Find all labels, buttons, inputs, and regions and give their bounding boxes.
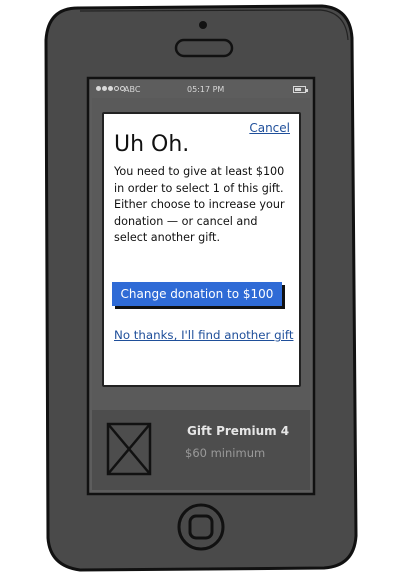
dialog-title: Uh Oh. [114, 132, 190, 157]
signal-icon [96, 86, 125, 91]
gift-image-placeholder-icon [106, 422, 152, 476]
change-donation-button[interactable]: Change donation to $100 [112, 282, 282, 306]
find-another-gift-link[interactable]: No thanks, I'll find another gift [114, 328, 293, 342]
status-bar: ABC 05:17 PM [92, 85, 310, 97]
battery-icon [293, 86, 308, 93]
home-button[interactable] [177, 503, 225, 551]
carrier-label: ABC [124, 85, 141, 94]
dialog-message: You need to give at least $100 in order … [114, 165, 285, 244]
camera-icon [199, 21, 207, 29]
minimum-donation-dialog: Cancel Uh Oh. You need to give at least … [102, 112, 301, 387]
gift-list-item[interactable]: Gift Premium 4 $60 minimum [92, 410, 310, 490]
status-time: 05:17 PM [187, 85, 225, 94]
cancel-link[interactable]: Cancel [249, 121, 290, 135]
gift-minimum: $60 minimum [185, 446, 266, 460]
gift-name: Gift Premium 4 [187, 424, 290, 438]
